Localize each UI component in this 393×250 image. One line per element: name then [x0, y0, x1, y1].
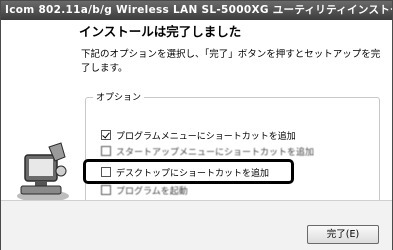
- finish-button[interactable]: 完了(E): [307, 225, 379, 244]
- instruction-text: 下記のオプションを選択し、「完了」ボタンを押すとセットアップを完了します。: [81, 49, 381, 74]
- option-label: プログラムメニューにショートカットを追加: [116, 131, 296, 142]
- checkbox-icon[interactable]: [101, 146, 111, 156]
- page-title: インストールは完了しました: [79, 24, 242, 39]
- highlight-frame: [83, 159, 294, 184]
- window-title: Icom 802.11a/b/g Wireless LAN SL-5000XG …: [1, 1, 392, 20]
- option-launch-program[interactable]: プログラムを起動: [101, 183, 188, 197]
- option-label: スタートアップメニューにショートカットを追加: [116, 147, 315, 158]
- checkbox-checked-icon[interactable]: [101, 130, 111, 140]
- option-program-menu-shortcut[interactable]: プログラムメニューにショートカットを追加: [101, 128, 296, 142]
- option-label: プログラムを起動: [116, 186, 188, 197]
- checkbox-icon[interactable]: [101, 185, 111, 195]
- installer-window: Icom 802.11a/b/g Wireless LAN SL-5000XG …: [0, 0, 393, 250]
- options-group-label: オプション: [93, 90, 145, 103]
- computer-wizard-icon: [17, 142, 69, 202]
- option-startup-menu-shortcut[interactable]: スタートアップメニューにショートカットを追加: [101, 144, 314, 158]
